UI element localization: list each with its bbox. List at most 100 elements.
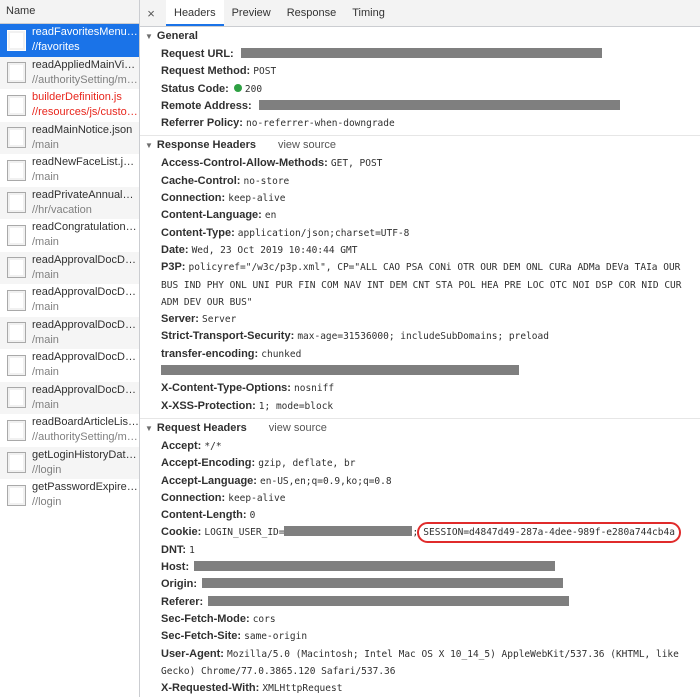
document-icon [7, 289, 26, 311]
header-value: 0 [249, 510, 256, 522]
header-key: Accept-Language: [161, 474, 257, 487]
request-path: //authoritySetting/mai... [32, 431, 139, 444]
document-icon [7, 192, 26, 214]
close-icon[interactable]: × [144, 6, 158, 21]
request-path: /main [32, 366, 59, 379]
cookie-prefix: LOGIN_USER_ID= [204, 527, 285, 539]
header-key: Access-Control-Allow-Methods: [161, 157, 328, 170]
request-name: readAppliedMainView... [32, 58, 139, 71]
request-list-item[interactable]: readApprovalDocData... /main [0, 316, 139, 349]
request-path: /main [32, 138, 59, 151]
document-icon [7, 127, 26, 149]
header-key: Sec-Fetch-Site: [161, 630, 242, 643]
request-list-item[interactable]: getPasswordExpireDa... //login [0, 479, 139, 512]
header-row: Accept-Encoding: gzip, deflate, br [161, 455, 700, 472]
request-name: builderDefinition.js [32, 91, 122, 104]
header-row: Cache-Control: no-store [161, 173, 700, 190]
redacted-header-row [161, 363, 700, 380]
request-list-item[interactable]: readApprovalDocData... /main [0, 381, 139, 414]
request-list-item[interactable]: readApprovalDocData... /main [0, 349, 139, 382]
request-list-item[interactable]: readNewFaceList.json/main [0, 154, 139, 187]
request-path: /main [32, 171, 59, 184]
header-value: 1 [189, 544, 195, 556]
request-name: readCongratulationsC... [32, 221, 139, 234]
header-value: 200 [244, 83, 263, 95]
request-name: readApprovalDocData... [32, 383, 139, 396]
view-source-link[interactable]: view source [269, 419, 327, 438]
tab-response[interactable]: Response [279, 0, 345, 26]
header-value: no-referrer-when-downgrade [246, 118, 395, 130]
request-item-text: readPrivateAnnualVac... //hr/vacation [32, 188, 139, 218]
header-row: Server: Server [161, 311, 700, 328]
request-item-text: readNewFaceList.json/main [32, 155, 139, 185]
request-list-item[interactable]: getLoginHistoryData.j... //login [0, 446, 139, 479]
request-path: //authoritySetting/mai... [32, 73, 139, 86]
name-column-header[interactable]: Name [0, 0, 139, 24]
referrer-policy-row: Referrer Policy: no-referrer-when-downgr… [161, 115, 700, 132]
redacted-value [284, 526, 413, 537]
request-headers-toggle[interactable]: ▼ Request Headers view source [140, 419, 700, 438]
header-value: no-store [243, 175, 290, 187]
request-name: readPrivateAnnualVac... [32, 188, 139, 201]
header-row: transfer-encoding: chunked [161, 346, 700, 363]
document-icon [7, 224, 26, 246]
request-list-item[interactable]: readFavoritesMenuLis... //favorites [0, 24, 139, 57]
header-row: X-XSS-Protection: 1; mode=block [161, 398, 700, 415]
referer-row: Referer: [161, 594, 700, 611]
x-requested-with-row: X-Requested-With: XMLHttpRequest [161, 680, 700, 697]
request-item-text: getPasswordExpireDa... //login [32, 480, 139, 510]
header-value: Mozilla/5.0 (Macintosh; Intel Mac OS X 1… [161, 648, 679, 677]
request-headers-section: ▼ Request Headers view source Accept: */… [140, 419, 700, 697]
request-list-item[interactable]: readCongratulationsC... /main [0, 219, 139, 252]
details-tabbar: × Headers Preview Response Timing [140, 0, 700, 27]
request-list-item[interactable]: readAppliedMainView... //authoritySetting… [0, 56, 139, 89]
header-key: Strict-Transport-Security: [161, 330, 295, 343]
request-list-item[interactable]: readApprovalDocData... /main [0, 284, 139, 317]
dnt-row: DNT: 1 [161, 542, 700, 559]
document-icon [7, 159, 26, 181]
header-key: Referrer Policy: [161, 117, 243, 130]
request-name: readApprovalDocData... [32, 351, 139, 364]
header-row: Access-Control-Allow-Methods: GET, POST [161, 155, 700, 172]
request-list-item[interactable]: readPrivateAnnualVac... //hr/vacation [0, 186, 139, 219]
header-key: X-Content-Type-Options: [161, 382, 291, 395]
header-key: Status Code: [161, 82, 229, 95]
general-section-toggle[interactable]: ▼ General [140, 27, 700, 46]
request-name: readApprovalDocData... [32, 253, 139, 266]
header-key: P3P: [161, 261, 186, 274]
request-list-item[interactable]: readApprovalDocData... /main [0, 251, 139, 284]
redacted-value [194, 561, 556, 572]
tab-timing[interactable]: Timing [344, 0, 393, 26]
header-key: Request Method: [161, 65, 251, 78]
header-row: Connection: keep-alive [161, 190, 700, 207]
request-url-row: Request URL: [161, 46, 700, 63]
details-panel: × Headers Preview Response Timing ▼ Gene… [140, 0, 700, 697]
status-ok-icon [233, 83, 242, 92]
request-headers-title: Request Headers [156, 421, 247, 434]
tab-headers[interactable]: Headers [166, 0, 224, 26]
header-row: Strict-Transport-Security: max-age=31536… [161, 328, 700, 345]
header-key: Accept-Encoding: [161, 457, 256, 470]
response-headers-toggle[interactable]: ▼ Response Headers view source [140, 136, 700, 155]
header-key: Content-Type: [161, 226, 235, 239]
request-item-text: readFavoritesMenuLis... //favorites [32, 25, 139, 55]
header-key: Remote Address: [161, 99, 252, 112]
request-list-item[interactable]: readMainNotice.json/main [0, 121, 139, 154]
request-method-row: Request Method: POST [161, 63, 700, 80]
remote-address-row: Remote Address: [161, 98, 700, 115]
request-name: readNewFaceList.json [32, 156, 139, 169]
header-row: Accept: */* [161, 438, 700, 455]
request-item-text: readApprovalDocData... /main [32, 318, 139, 348]
request-list-item[interactable]: builderDefinition.js //resources/js/custo… [0, 89, 139, 122]
view-source-link[interactable]: view source [278, 136, 336, 155]
request-path: /main [32, 398, 59, 411]
header-row: Accept-Language: en-US,en;q=0.9,ko;q=0.8 [161, 473, 700, 490]
tab-preview[interactable]: Preview [224, 0, 279, 26]
header-key: Cookie: [161, 526, 202, 539]
header-row: Sec-Fetch-Site: same-origin [161, 628, 700, 645]
user-agent-row: User-Agent: Mozilla/5.0 (Macintosh; Inte… [161, 646, 700, 681]
request-list-item[interactable]: readBoardArticleList.j... //authoritySett… [0, 414, 139, 447]
request-path: //login [32, 463, 62, 476]
header-key: transfer-encoding: [161, 347, 259, 360]
document-icon [7, 452, 26, 474]
